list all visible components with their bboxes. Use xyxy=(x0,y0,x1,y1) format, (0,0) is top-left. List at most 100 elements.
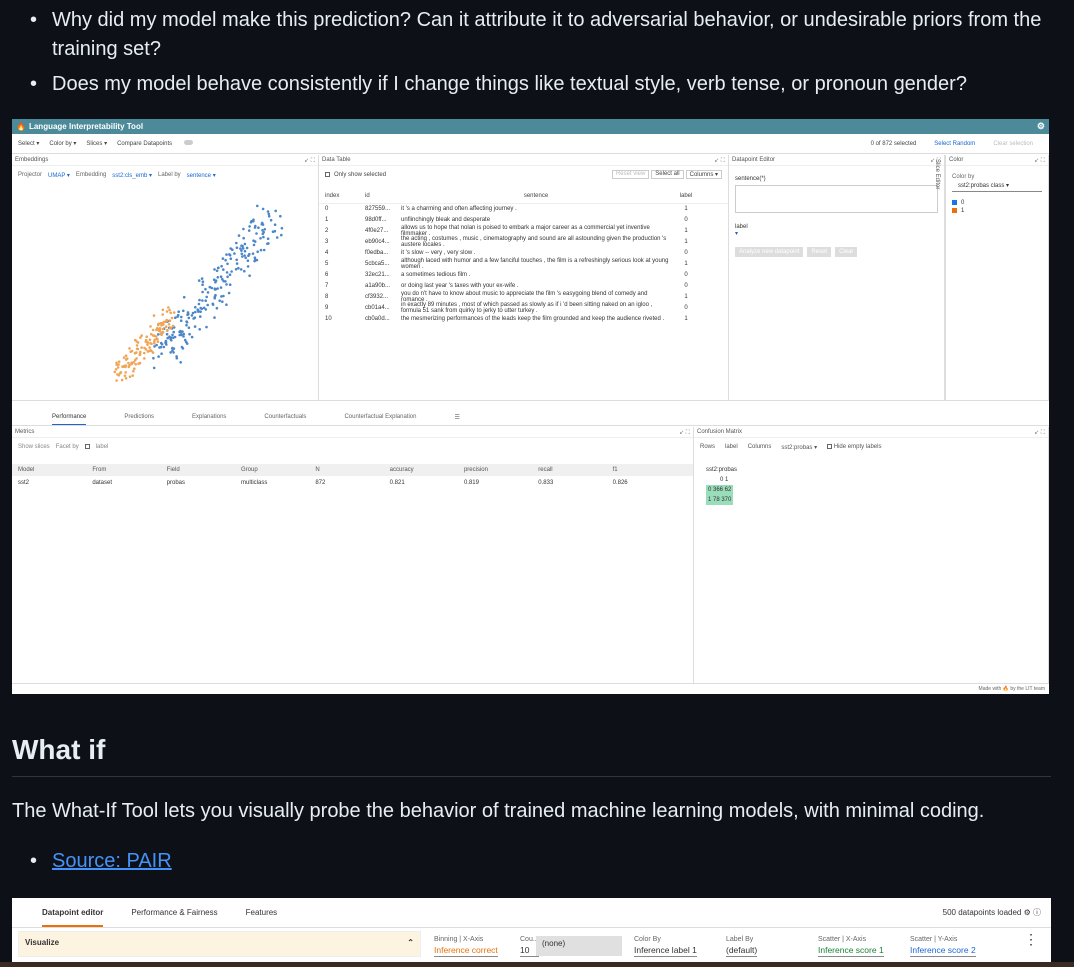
table-row[interactable]: 9 cb01a4... in exactly 89 minutes , most o… xyxy=(319,302,728,314)
projector-select[interactable]: UMAP ▾ xyxy=(48,172,70,179)
embedding-point xyxy=(133,367,136,370)
embedding-point xyxy=(162,345,166,349)
color-by-select[interactable]: sst2:probas class ▾ xyxy=(952,180,1042,192)
select-menu[interactable]: Select ▾ xyxy=(18,140,39,147)
confusion-row-0[interactable]: 0 366 62 xyxy=(706,485,734,495)
analyze-button[interactable]: Analyze new datapoint xyxy=(735,247,804,257)
rows-select[interactable]: label xyxy=(725,444,738,451)
embedding-point xyxy=(154,335,158,338)
table-row[interactable]: 6 32ec21... a sometimes tedious film . 0 xyxy=(319,270,728,281)
chevron-up-icon[interactable]: ⌃ xyxy=(407,938,414,950)
metrics-header-cell[interactable]: N xyxy=(315,467,389,473)
select-random-button[interactable]: Select Random xyxy=(934,141,975,147)
clear-selection-button[interactable]: Clear selection xyxy=(993,141,1033,147)
expand-icon[interactable]: ↙ ⛶ xyxy=(304,157,315,164)
confusion-row-1[interactable]: 1 78 370 xyxy=(706,495,734,505)
embedding-select[interactable]: sst2:cls_emb ▾ xyxy=(112,172,152,179)
embedding-point xyxy=(200,307,204,311)
scatter-y-control[interactable]: Scatter | Y-Axis Inference score 2 xyxy=(910,934,976,957)
metrics-cell: 0.833 xyxy=(538,480,554,486)
col-label[interactable]: label xyxy=(671,193,701,199)
reset-button[interactable]: Reset xyxy=(807,247,832,257)
col-sentence[interactable]: sentence xyxy=(401,193,671,199)
embedding-point xyxy=(267,214,271,218)
metrics-header-cell[interactable]: Field xyxy=(167,467,241,473)
embedding-point xyxy=(143,346,146,350)
metrics-header-cell[interactable]: recall xyxy=(538,467,612,473)
binning-x-control[interactable]: Binning | X-Axis Inference correct xyxy=(434,934,498,957)
hide-empty-checkbox[interactable]: Hide empty labels xyxy=(827,444,881,451)
facet-label-checkbox[interactable] xyxy=(84,444,90,449)
columns-label: Columns xyxy=(747,444,772,450)
table-row[interactable]: 3 eb90c4... the acting , costumes , music … xyxy=(319,236,728,248)
gear-icon[interactable]: ⚙ xyxy=(1024,908,1031,917)
metrics-row[interactable]: sst2 dataset probas multiclass 872 0.821 0.819… xyxy=(12,476,693,490)
lit-footer: Made with 🔥 by the LIT team xyxy=(978,686,1045,692)
expand-icon[interactable]: ↙ ⛶ xyxy=(1034,157,1045,164)
settings-icon[interactable]: ⚙ xyxy=(1037,121,1045,132)
embedding-scatter-plot[interactable] xyxy=(12,195,312,395)
scatter-x-control[interactable]: Scatter | X-Axis Inference score 1 xyxy=(818,934,884,957)
metrics-header-cell[interactable]: Group xyxy=(241,467,315,473)
tab-explanations[interactable]: Explanations xyxy=(192,414,226,425)
metrics-cell: probas xyxy=(166,480,186,486)
confusion-grid[interactable]: sst2:probas 0 1 0 366 62 1 78 370 xyxy=(706,465,1036,505)
tab-predictions[interactable]: Predictions xyxy=(124,414,154,425)
metrics-header-cell[interactable]: Model xyxy=(18,467,92,473)
tab-datapoint-editor[interactable]: Datapoint editor xyxy=(42,908,104,927)
tab-performance-fairness[interactable]: Performance & Fairness xyxy=(131,908,217,917)
label-by-control[interactable]: Label By (default) xyxy=(726,934,758,957)
table-row[interactable]: 10 cb0a0d... the mesmerizing performances … xyxy=(319,314,728,325)
expand-icon[interactable]: ↙ ⛶ xyxy=(1034,429,1045,436)
embedding-point xyxy=(198,298,201,302)
metrics-header-cell[interactable]: accuracy xyxy=(390,467,464,473)
metrics-header-cell[interactable]: f1 xyxy=(613,467,687,473)
embedding-point xyxy=(161,313,164,316)
table-row[interactable]: 5 5cbca5... although laced with humor and … xyxy=(319,258,728,270)
tab-performance[interactable]: Performance xyxy=(52,414,87,425)
compare-datapoints[interactable]: Compare Datapoints xyxy=(117,140,193,147)
col-index[interactable]: index xyxy=(325,193,365,199)
slice-editor-module[interactable]: Slice Editor xyxy=(932,155,946,401)
embedding-point xyxy=(190,335,194,339)
compare-toggle[interactable] xyxy=(183,140,193,146)
slices-menu[interactable]: Slices ▾ xyxy=(86,140,107,147)
none-option[interactable]: (none) xyxy=(536,936,622,956)
help-icon[interactable]: ⓘ xyxy=(1033,908,1041,917)
tab-counterfactual-explanation[interactable]: Counterfactual Explanation xyxy=(344,414,416,425)
more-options-icon[interactable]: ⋮ xyxy=(1024,932,1038,946)
embedding-point xyxy=(168,335,171,338)
embedding-point xyxy=(198,328,201,331)
table-cell: 98d0ff... xyxy=(365,216,387,223)
color-by-menu[interactable]: Color by ▾ xyxy=(49,140,76,147)
tab-features[interactable]: Features xyxy=(246,908,278,917)
table-cell: 1 xyxy=(684,260,688,267)
only-selected-checkbox[interactable] xyxy=(325,172,330,177)
columns-select[interactable]: sst2:probas ▾ xyxy=(781,444,817,451)
columns-button[interactable]: Columns ▾ xyxy=(685,170,722,179)
color-by-control[interactable]: Color By Inference label 1 xyxy=(634,934,697,957)
embedding-point xyxy=(120,378,124,382)
embedding-point xyxy=(212,278,216,281)
source-pair-link[interactable]: Source: PAIR xyxy=(52,850,172,872)
sentence-textarea[interactable] xyxy=(735,185,938,213)
tab-counterfactuals[interactable]: Counterfactuals xyxy=(264,414,306,425)
embedding-point xyxy=(280,233,283,237)
expand-icon[interactable]: ↙ ⛶ xyxy=(679,429,690,436)
table-row[interactable]: 0 827559... it 's a charming and often aff… xyxy=(319,204,728,215)
embedding-point xyxy=(243,242,247,246)
embedding-point xyxy=(215,269,219,273)
label-by-select[interactable]: sentence ▾ xyxy=(187,172,216,179)
reset-view-button[interactable]: Reset view xyxy=(611,170,650,179)
expand-icon[interactable]: ↙ ⛶ xyxy=(714,157,725,164)
col-id[interactable]: id xyxy=(365,193,401,199)
visualize-panel[interactable]: Visualize ⌃ xyxy=(18,931,421,957)
clear-button[interactable]: Clear xyxy=(835,247,858,257)
label-dropdown[interactable]: ▾ xyxy=(729,230,944,237)
metrics-header-cell[interactable]: From xyxy=(92,467,166,473)
metrics-header-cell[interactable]: precision xyxy=(464,467,538,473)
select-all-button[interactable]: Select all xyxy=(651,170,684,179)
menu-icon[interactable]: ☰ xyxy=(454,414,459,425)
embedding-point xyxy=(169,326,173,329)
metrics-cell: multiclass xyxy=(240,480,268,486)
